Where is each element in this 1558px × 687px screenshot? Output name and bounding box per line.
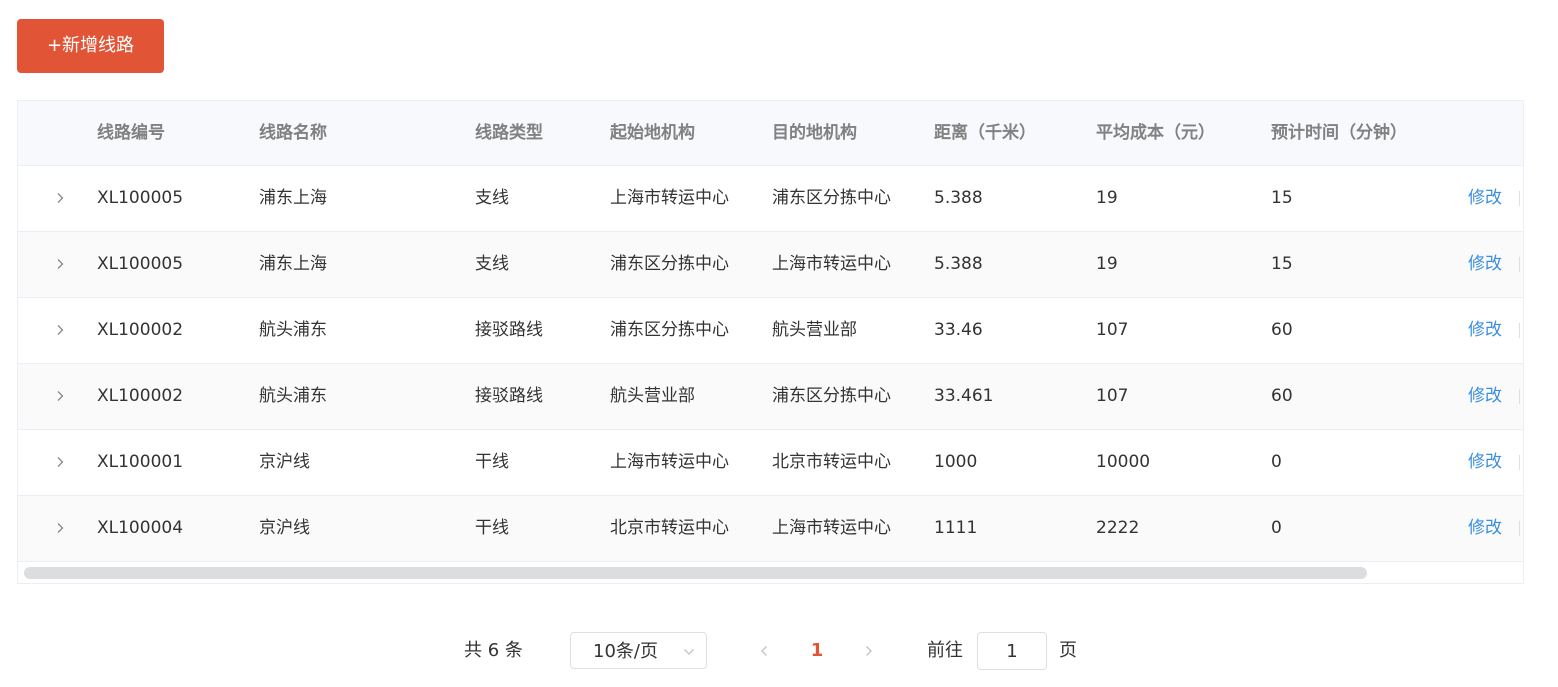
goto-label: 前往 (927, 640, 963, 661)
cell-destination-org: 北京市转运中心 (772, 452, 891, 472)
cell-est-time: 15 (1271, 254, 1293, 274)
cell-route-name: 京沪线 (259, 518, 310, 538)
cell-origin-org: 上海市转运中心 (610, 188, 729, 208)
cell-est-time: 0 (1271, 518, 1282, 538)
next-page-icon[interactable] (861, 642, 877, 660)
page-size-select[interactable]: 10条/页 (570, 632, 707, 669)
edit-link[interactable]: 修改 (1468, 166, 1502, 231)
cell-distance: 33.46 (934, 320, 983, 340)
column-header-avg-cost[interactable]: 平均成本（元） (1096, 101, 1215, 166)
cell-origin-org: 上海市转运中心 (610, 452, 729, 472)
cell-distance: 1000 (934, 452, 978, 472)
cell-est-time: 60 (1271, 386, 1293, 406)
cell-destination-org: 浦东区分拣中心 (772, 188, 891, 208)
cell-distance: 1111 (934, 518, 978, 538)
column-header-destination-org[interactable]: 目的地机构 (772, 101, 857, 166)
cell-route-code: XL100002 (97, 320, 184, 340)
cell-route-name: 航头浦东 (259, 386, 327, 406)
cell-route-type: 干线 (475, 452, 509, 472)
chevron-down-icon (682, 645, 696, 657)
cell-route-type: 接驳路线 (475, 386, 543, 406)
cell-route-code: XL100005 (97, 188, 184, 208)
page-size-value: 10条/页 (593, 641, 658, 662)
cell-distance: 5.388 (934, 188, 983, 208)
cell-avg-cost: 19 (1096, 188, 1118, 208)
cell-route-code: XL100005 (97, 254, 184, 274)
horizontal-scrollbar[interactable] (24, 567, 1367, 579)
cell-est-time: 60 (1271, 320, 1293, 340)
add-route-button[interactable]: +新增线路 (17, 19, 164, 73)
cell-route-type: 支线 (475, 188, 509, 208)
cell-destination-org: 浦东区分拣中心 (772, 386, 891, 406)
cell-origin-org: 浦东区分拣中心 (610, 320, 729, 340)
column-header-distance[interactable]: 距离（千米） (934, 101, 1036, 166)
edit-link[interactable]: 修改 (1468, 364, 1502, 429)
chevron-right-icon[interactable] (52, 190, 68, 206)
cell-route-name: 浦东上海 (259, 254, 327, 274)
operation-divider (1519, 191, 1520, 206)
table-row: XL100002 航头浦东 接驳路线 浦东区分拣中心 航头营业部 33.46 1… (18, 298, 1523, 364)
chevron-right-icon[interactable] (52, 388, 68, 404)
cell-route-type: 支线 (475, 254, 509, 274)
cell-distance: 33.461 (934, 386, 994, 406)
cell-destination-org: 上海市转运中心 (772, 518, 891, 538)
chevron-right-icon[interactable] (52, 322, 68, 338)
route-table: 线路编号 线路名称 线路类型 起始地机构 目的地机构 距离（千米） 平均成本（元… (17, 100, 1524, 584)
goto-page-input[interactable] (977, 632, 1047, 670)
chevron-right-icon[interactable] (52, 256, 68, 272)
operation-divider (1519, 389, 1520, 404)
operation-divider (1519, 257, 1520, 272)
table-row: XL100005 浦东上海 支线 浦东区分拣中心 上海市转运中心 5.388 1… (18, 232, 1523, 298)
operation-divider (1519, 323, 1520, 338)
column-header-origin-org[interactable]: 起始地机构 (610, 101, 695, 166)
cell-route-type: 干线 (475, 518, 509, 538)
cell-origin-org: 航头营业部 (610, 386, 695, 406)
page-unit-label: 页 (1059, 640, 1077, 661)
cell-route-code: XL100002 (97, 386, 184, 406)
column-header-route-code[interactable]: 线路编号 (97, 101, 165, 166)
table-row: XL100002 航头浦东 接驳路线 航头营业部 浦东区分拣中心 33.461 … (18, 364, 1523, 430)
cell-distance: 5.388 (934, 254, 983, 274)
table-row: XL100005 浦东上海 支线 上海市转运中心 浦东区分拣中心 5.388 1… (18, 166, 1523, 232)
column-header-est-time[interactable]: 预计时间（分钟） (1271, 101, 1407, 166)
edit-link[interactable]: 修改 (1468, 496, 1502, 561)
table-header: 线路编号 线路名称 线路类型 起始地机构 目的地机构 距离（千米） 平均成本（元… (18, 101, 1523, 166)
edit-link[interactable]: 修改 (1468, 232, 1502, 297)
cell-destination-org: 上海市转运中心 (772, 254, 891, 274)
cell-est-time: 15 (1271, 188, 1293, 208)
table-row: XL100001 京沪线 干线 上海市转运中心 北京市转运中心 1000 100… (18, 430, 1523, 496)
cell-route-name: 航头浦东 (259, 320, 327, 340)
chevron-right-icon[interactable] (52, 454, 68, 470)
edit-link[interactable]: 修改 (1468, 430, 1502, 495)
cell-avg-cost: 107 (1096, 386, 1129, 406)
cell-avg-cost: 2222 (1096, 518, 1140, 538)
cell-route-name: 京沪线 (259, 452, 310, 472)
edit-link[interactable]: 修改 (1468, 298, 1502, 363)
cell-avg-cost: 19 (1096, 254, 1118, 274)
cell-route-type: 接驳路线 (475, 320, 543, 340)
cell-route-name: 浦东上海 (259, 188, 327, 208)
page-number-current[interactable]: 1 (808, 634, 826, 668)
cell-origin-org: 北京市转运中心 (610, 518, 729, 538)
table-row: XL100004 京沪线 干线 北京市转运中心 上海市转运中心 1111 222… (18, 496, 1523, 562)
operation-divider (1519, 521, 1520, 536)
cell-destination-org: 航头营业部 (772, 320, 857, 340)
operation-divider (1519, 455, 1520, 470)
column-header-route-name[interactable]: 线路名称 (259, 101, 327, 166)
column-header-route-type[interactable]: 线路类型 (475, 101, 543, 166)
cell-avg-cost: 107 (1096, 320, 1129, 340)
chevron-right-icon[interactable] (52, 520, 68, 536)
pagination-total: 共 6 条 (464, 640, 523, 661)
prev-page-icon[interactable] (756, 642, 772, 660)
cell-route-code: XL100001 (97, 452, 184, 472)
cell-route-code: XL100004 (97, 518, 184, 538)
cell-est-time: 0 (1271, 452, 1282, 472)
cell-origin-org: 浦东区分拣中心 (610, 254, 729, 274)
cell-avg-cost: 10000 (1096, 452, 1151, 472)
